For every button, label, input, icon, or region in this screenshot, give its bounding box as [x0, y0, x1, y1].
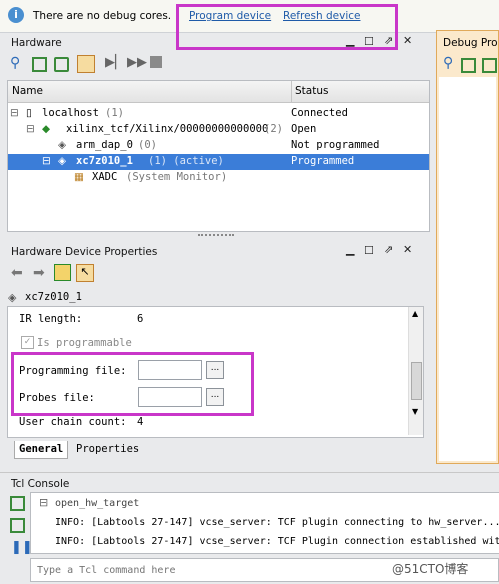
status-column-header[interactable]: Status — [291, 81, 328, 102]
scroll-down-icon[interactable]: ▼ — [412, 407, 418, 416]
tree-row-status: Open — [291, 123, 317, 135]
tcl-console-output: ⊟ open_hw_target INFO: [Labtools 27-147]… — [30, 492, 499, 554]
tree-row-count: (1) (active) — [148, 155, 224, 167]
tree-header: Name Status — [8, 81, 429, 103]
tree-row-arm-dap[interactable]: ◈ arm_dap_0 (0) Not programmed — [8, 138, 429, 154]
banner-message: There are no debug cores. — [33, 10, 172, 22]
tree-row-name: localhost — [42, 107, 99, 119]
tcl-line: open_hw_target — [55, 498, 140, 509]
splitter-handle[interactable] — [198, 234, 234, 239]
debug-probes-content — [439, 77, 496, 461]
chip-icon: ◈ — [58, 139, 67, 151]
highlight-box — [11, 352, 254, 416]
tree-row-count: (1) — [105, 107, 124, 119]
user-chain-label: User chain count: — [19, 416, 127, 428]
expand-all-icon[interactable] — [54, 57, 69, 72]
restore-icon[interactable]: ☐ — [364, 244, 374, 257]
properties-device-name: xc7z010_1 — [25, 291, 82, 303]
tree-row-status: Programmed — [291, 155, 355, 167]
collapse-toggle-icon: ⊟ — [42, 155, 51, 167]
float-icon[interactable]: ⇗ — [384, 243, 393, 256]
tree-row-count: (System Monitor) — [126, 171, 228, 183]
is-programmable-checkbox[interactable]: ✓ — [21, 336, 34, 349]
watermark: @51CTO博客 — [392, 562, 469, 576]
expand-all-icon[interactable] — [10, 518, 25, 533]
divider — [0, 472, 499, 473]
collapse-toggle-icon: ⊟ — [26, 123, 35, 135]
tree-row-target[interactable]: ⊟ ◆ xilinx_tcf/Xilinx/00000000000000 (2)… — [8, 122, 429, 138]
tree-row-count: (0) — [138, 139, 157, 151]
debug-probes-title: Debug Pro — [443, 37, 498, 49]
cursor-select-icon[interactable]: ↖ — [76, 264, 94, 282]
collapse-all-icon[interactable] — [10, 496, 25, 511]
close-icon[interactable]: ✕ — [403, 243, 412, 256]
refresh-icon[interactable] — [54, 264, 71, 281]
minimize-icon[interactable]: ▁ — [346, 34, 354, 47]
ir-length-value: 6 — [137, 313, 144, 325]
run-trigger-icon[interactable]: ▶▏ — [105, 55, 125, 70]
tree-row-name: XADC — [92, 171, 118, 183]
collapse-toggle-icon: ⊟ — [10, 107, 19, 119]
name-column-header[interactable]: Name — [12, 85, 43, 97]
info-icon: i — [8, 7, 24, 23]
run-immediate-icon[interactable]: ▶▶ — [127, 55, 147, 70]
fpga-icon: ◈ — [58, 155, 67, 167]
tab-properties[interactable]: Properties — [72, 441, 143, 459]
minimize-icon[interactable]: ▁ — [346, 243, 354, 256]
properties-toggle-icon[interactable] — [77, 55, 95, 73]
tree-row-status: Not programmed — [291, 139, 380, 151]
server-icon: ▯ — [26, 107, 32, 119]
tree-row-name: arm_dap_0 — [76, 139, 133, 151]
cable-icon: ◆ — [42, 123, 51, 135]
hardware-tree[interactable]: Name Status ⊟ ▯ localhost (1) Connected … — [7, 80, 430, 232]
properties-scrollbar[interactable]: ▲ ▼ — [408, 307, 423, 435]
stop-icon[interactable] — [150, 56, 162, 68]
expand-all-icon[interactable] — [482, 58, 497, 73]
collapse-all-icon[interactable] — [32, 57, 47, 72]
scroll-up-icon[interactable]: ▲ — [412, 309, 418, 318]
properties-title: Hardware Device Properties — [11, 246, 158, 258]
scrollbar-thumb[interactable] — [411, 362, 422, 400]
user-chain-value: 4 — [137, 416, 144, 428]
float-icon[interactable]: ⇗ — [384, 34, 393, 47]
tcl-console-title: Tcl Console — [11, 478, 70, 490]
tree-row-xadc[interactable]: ▦ XADC (System Monitor) — [8, 170, 429, 186]
is-programmable-label: Is programmable — [37, 337, 132, 349]
tree-row-name: xc7z010_1 — [76, 155, 133, 167]
tab-general[interactable]: General — [14, 441, 69, 459]
ir-length-label: IR length: — [19, 313, 83, 325]
tcl-line: INFO: [Labtools 27-147] vcse_server: TCF… — [55, 536, 499, 547]
fpga-icon: ◈ — [8, 291, 17, 304]
collapse-all-icon[interactable] — [461, 58, 476, 73]
tree-row-status: Connected — [291, 107, 348, 119]
forward-arrow-icon[interactable]: ➡ — [33, 265, 45, 281]
back-arrow-icon[interactable]: ⬅ — [11, 265, 23, 281]
tree-row-xc7z010[interactable]: ⊟ ◈ xc7z010_1 (1) (active) Programmed — [8, 154, 429, 170]
tree-row-count: (2) — [264, 123, 283, 135]
close-icon[interactable]: ✕ — [403, 34, 412, 47]
hardware-title: Hardware — [11, 37, 62, 49]
debug-probes-panel: Debug Pro ⚲ — [436, 30, 499, 464]
tcl-line: INFO: [Labtools 27-147] vcse_server: TCF… — [55, 517, 499, 528]
search-icon[interactable]: ⚲ — [443, 55, 453, 71]
collapse-toggle-icon[interactable]: ⊟ — [39, 496, 48, 509]
tree-row-name: xilinx_tcf/Xilinx/00000000000000 — [66, 123, 269, 135]
search-icon[interactable]: ⚲ — [10, 55, 20, 71]
tree-row-localhost[interactable]: ⊟ ▯ localhost (1) Connected — [8, 106, 429, 122]
restore-icon[interactable]: ☐ — [364, 35, 374, 48]
xadc-icon: ▦ — [74, 171, 84, 183]
